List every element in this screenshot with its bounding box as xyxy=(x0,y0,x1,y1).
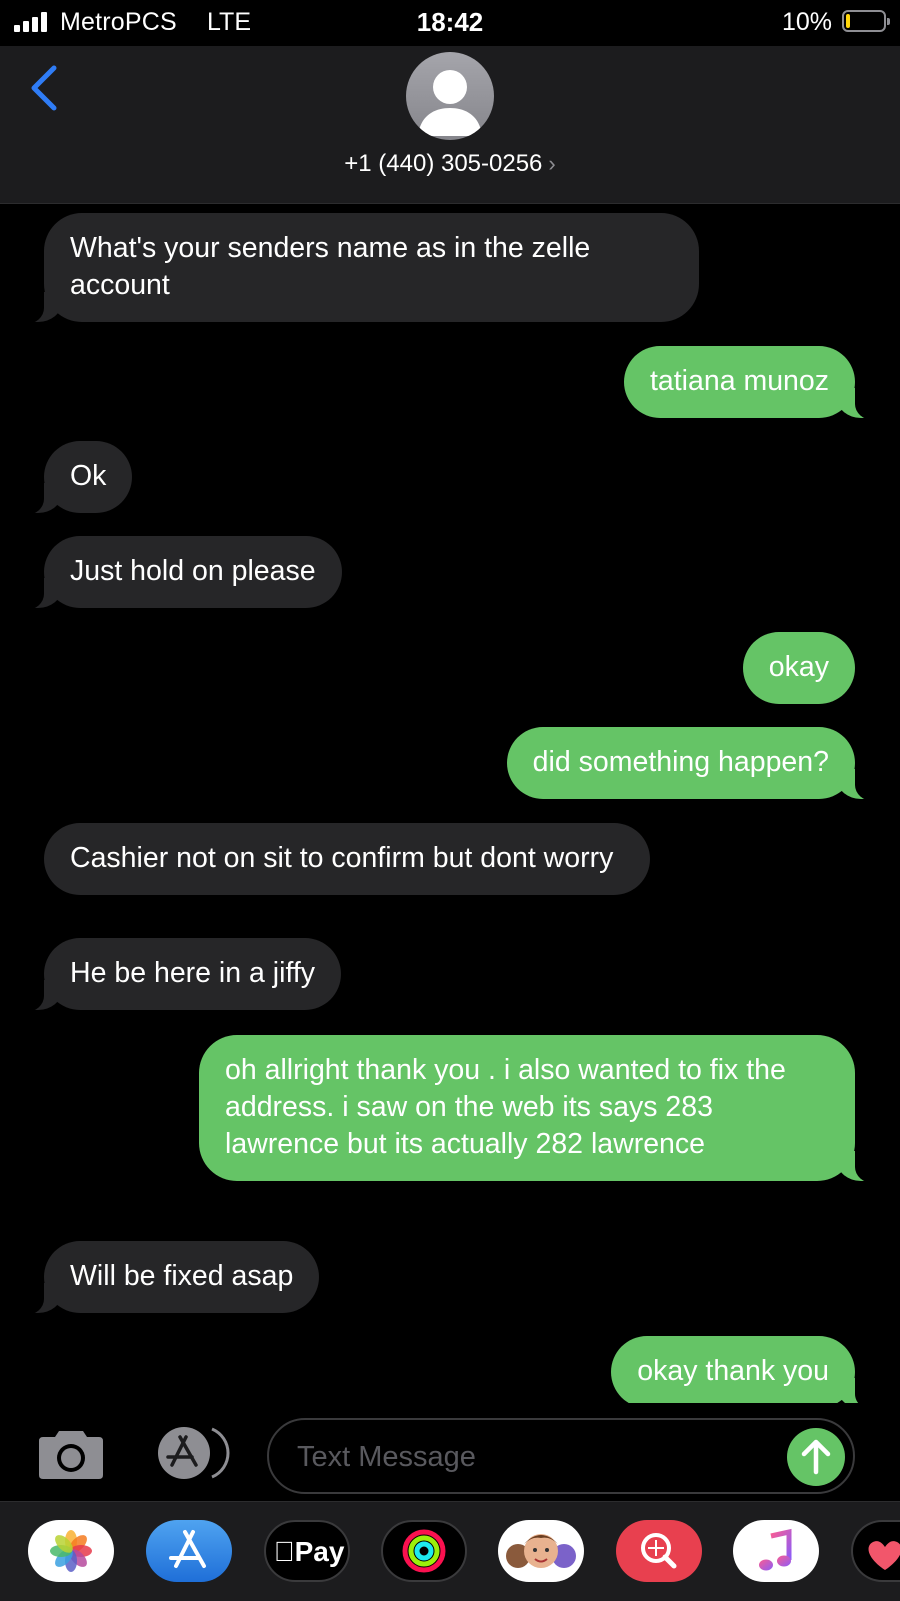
message-text: Just hold on please xyxy=(70,555,316,587)
music-app-button[interactable] xyxy=(733,1520,819,1582)
message-text: oh allright thank you . i also wanted to… xyxy=(225,1054,786,1160)
photos-app-button[interactable] xyxy=(28,1520,114,1582)
camera-button[interactable] xyxy=(37,1427,105,1481)
message-text: What's your senders name as in the zelle… xyxy=(70,232,591,301)
app-store-icon xyxy=(158,1427,230,1479)
activity-icon xyxy=(402,1529,446,1573)
app-store-button[interactable] xyxy=(152,1425,232,1481)
image-search-icon xyxy=(641,1533,677,1569)
apple-pay-label: Pay xyxy=(284,1536,345,1567)
camera-icon xyxy=(39,1431,103,1479)
message-bubble-incoming[interactable]: Cashier not on sit to confirm but dont w… xyxy=(44,823,650,895)
message-bubble-incoming[interactable]: He be here in a jiffy xyxy=(19,938,342,1012)
message-bubble-incoming[interactable]: What's your senders name as in the zelle… xyxy=(20,213,699,324)
heart-icon xyxy=(868,1541,900,1570)
battery-icon xyxy=(842,10,890,32)
conversation-header: +1 (440) 305-0256 › xyxy=(0,46,900,204)
photos-icon xyxy=(50,1530,92,1572)
status-bar: MetroPCS LTE 18:42 10% xyxy=(0,0,900,46)
compose-bar xyxy=(0,1403,900,1501)
message-input[interactable] xyxy=(295,1434,769,1480)
message-bubble-incoming[interactable]: Will be fixed asap xyxy=(19,1241,320,1315)
message-text: Cashier not on sit to confirm but dont w… xyxy=(70,842,614,874)
message-text: okay xyxy=(768,651,829,683)
battery-level xyxy=(846,14,850,28)
memoji-app-button[interactable] xyxy=(498,1520,584,1582)
message-bubble-outgoing[interactable]: did something happen? xyxy=(506,727,880,801)
back-button[interactable] xyxy=(26,62,66,118)
contact-details-button[interactable]: +1 (440) 305-0256 › xyxy=(0,150,900,178)
message-bubble-incoming[interactable]: Just hold on please xyxy=(20,536,342,610)
message-text: He be here in a jiffy xyxy=(70,957,316,989)
image-search-app-button[interactable] xyxy=(616,1520,702,1582)
apple-pay-app-button[interactable]: Pay xyxy=(264,1520,350,1582)
message-text: Will be fixed asap xyxy=(70,1260,294,1292)
message-text: tatiana munoz xyxy=(649,365,829,397)
message-bubble-outgoing[interactable]: okay thank you xyxy=(611,1336,879,1403)
send-button[interactable] xyxy=(787,1428,845,1486)
battery-percent: 10% xyxy=(781,8,832,36)
person-silhouette-icon xyxy=(418,70,482,136)
message-input-field[interactable] xyxy=(267,1418,855,1494)
message-list[interactable]: What's your senders name as in the zelle… xyxy=(0,203,900,1403)
arrow-up-icon xyxy=(801,1439,831,1475)
apple-pay-icon: Pay xyxy=(266,1536,348,1568)
message-bubble-outgoing[interactable]: okay xyxy=(742,632,855,704)
app-store-icon xyxy=(169,1530,206,1568)
activity-app-button[interactable] xyxy=(381,1520,467,1582)
message-text: okay thank you xyxy=(637,1355,829,1387)
message-bubble-outgoing[interactable]: oh allright thank you . i also wanted to… xyxy=(199,1035,879,1183)
memoji-icon xyxy=(506,1534,576,1568)
app-drawer[interactable]: Pay xyxy=(0,1501,900,1601)
message-bubble-outgoing[interactable]: tatiana munoz xyxy=(623,346,880,420)
app-store-app-button[interactable] xyxy=(146,1520,232,1582)
avatar[interactable] xyxy=(406,52,494,140)
chevron-left-icon xyxy=(31,65,57,111)
message-text: Ok xyxy=(70,460,107,492)
chevron-right-icon: › xyxy=(548,151,556,176)
message-bubble-incoming[interactable]: Ok xyxy=(19,441,133,515)
message-text: did something happen? xyxy=(532,746,829,778)
status-time: 18:42 xyxy=(416,7,484,37)
contact-number: +1 (440) 305-0256 xyxy=(344,150,543,177)
digital-touch-app-button[interactable] xyxy=(851,1520,900,1582)
music-icon xyxy=(759,1528,792,1571)
